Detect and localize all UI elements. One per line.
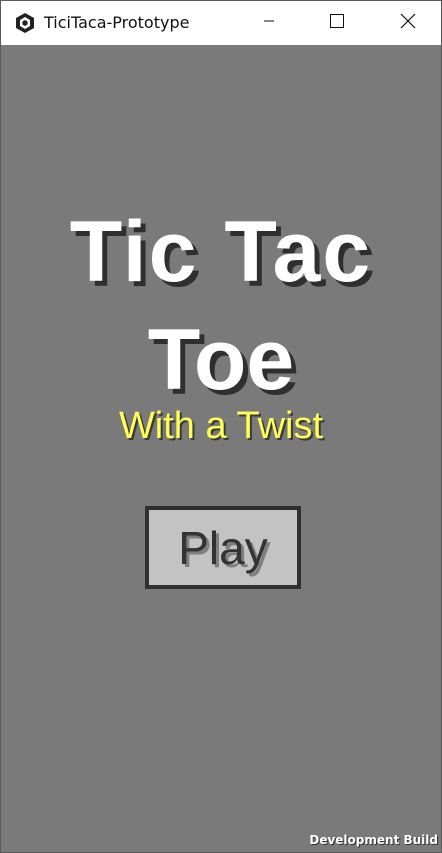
- close-icon: [400, 13, 416, 34]
- game-viewport: Tic Tac Toe With a Twist Play Developmen…: [1, 45, 441, 852]
- development-build-label: Development Build: [309, 833, 438, 847]
- unity-icon: [14, 12, 36, 34]
- play-button[interactable]: Play: [145, 506, 301, 589]
- minimize-icon: [263, 14, 275, 32]
- play-button-label: Play: [178, 521, 268, 574]
- app-window: TiciTaca-Prototype Tic Tac Toe With a Tw…: [0, 0, 442, 853]
- maximize-icon: [329, 13, 345, 34]
- window-title: TiciTaca-Prototype: [44, 13, 190, 32]
- maximize-button[interactable]: [314, 1, 360, 45]
- close-button[interactable]: [385, 1, 431, 45]
- minimize-button[interactable]: [246, 1, 292, 45]
- title-bar[interactable]: TiciTaca-Prototype: [1, 1, 441, 45]
- game-title-line1: Tic Tac: [69, 204, 373, 300]
- game-title-line2: Toe: [147, 312, 295, 408]
- game-subtitle: With a Twist: [118, 405, 324, 447]
